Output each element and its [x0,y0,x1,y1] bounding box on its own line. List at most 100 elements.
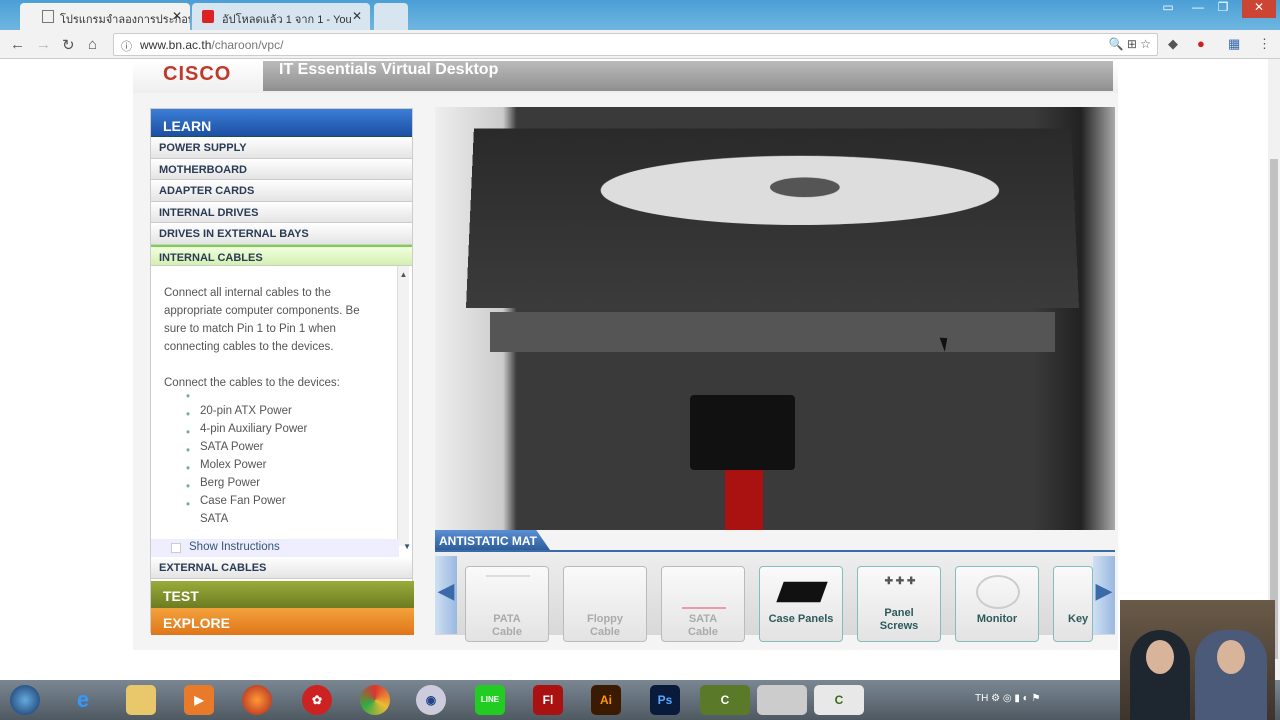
url-input[interactable]: ⓘ www.bn.ac.th/charoon/vpc/ 🔍 ⊞ ☆ [113,33,1158,56]
item-label: SATA [688,613,718,625]
close-tab-icon[interactable]: ✕ [352,9,362,23]
adblock-icon[interactable]: ● [1197,36,1205,51]
list-item: 20-pin ATX Power [186,388,382,420]
camtasia-icon[interactable]: C [700,685,750,715]
monitor-cable-icon [976,575,1020,609]
floppy-cable-icon [584,575,628,609]
case-panels-icon [776,581,828,603]
screws-icon: ✚ ✚ ✚ [884,576,916,587]
forward-icon[interactable]: → [36,36,51,53]
tray-left-arrow[interactable]: ◀ [435,556,457,634]
extension-icon[interactable]: ▦ [1228,36,1240,52]
app-red-icon[interactable]: ✿ [302,685,332,715]
illustrator-icon[interactable]: Ai [591,685,621,715]
checkbox[interactable] [171,543,181,553]
ie-icon[interactable]: e [68,685,98,715]
menu-icon[interactable]: ⋮ [1258,36,1271,52]
menu-internal-cables[interactable]: INTERNAL CABLES [151,244,412,266]
scroll-up-icon[interactable]: ▲ [398,266,409,284]
home-icon[interactable]: ⌂ [88,36,97,53]
item-label: Cable [590,626,620,638]
hard-drive [465,128,1080,308]
tray-item-sata-cable[interactable]: SATA Cable [661,566,745,642]
menu-adapter-cards[interactable]: ADAPTER CARDS [151,180,412,202]
user-icon[interactable]: ▭ [1155,0,1181,18]
language-indicator[interactable]: TH [975,693,988,704]
photoshop-icon[interactable]: Ps [650,685,680,715]
new-tab-button[interactable] [374,3,408,30]
tab-title: โปรแกรมจำลองการประกอบ [60,14,190,26]
explore-section[interactable]: EXPLORE [151,608,414,635]
zoom-translate-star-icons[interactable]: 🔍 ⊞ ☆ [1109,37,1151,51]
show-instructions-toggle[interactable]: Show Instructions ▼ [151,539,411,557]
tray-item-floppy-cable[interactable]: Floppy Cable [563,566,647,642]
explorer-icon[interactable] [126,685,156,715]
browser-tab-bar: โปรแกรมจำลองการประกอบ ✕ อัปโหลดแล้ว 1 จา… [0,0,1280,30]
document-icon[interactable] [757,685,807,715]
instructions-scrollbar[interactable]: ▲ [397,266,409,546]
close-tab-icon[interactable]: ✕ [172,9,182,23]
camtasia-recorder-icon[interactable]: C [814,685,864,715]
extension-icon[interactable]: ◆ [1168,36,1178,52]
tray-item-monitor[interactable]: Monitor [955,566,1039,642]
person-left [1130,630,1190,720]
url-domain: www.bn.ac.th [140,38,212,52]
firefox-icon[interactable] [242,685,272,715]
3d-view[interactable] [435,107,1115,530]
tray-item-case-panels[interactable]: Case Panels [759,566,843,642]
list-item: 4-pin Auxiliary Power [186,406,382,438]
tray-item-panel-screws[interactable]: ✚ ✚ ✚ Panel Screws [857,566,941,642]
tab-youtube[interactable]: อัปโหลดแล้ว 1 จาก 1 - You ✕ [192,3,370,30]
web-page: CISCO IT Essentials Virtual Desktop LEAR… [0,59,1268,680]
address-bar: ← → ↻ ⌂ ⓘ www.bn.ac.th/charoon/vpc/ 🔍 ⊞ … [0,30,1280,59]
cisco-logo: CISCO [163,63,232,85]
tray-right-arrow[interactable]: ▶ [1093,556,1115,634]
back-icon[interactable]: ← [10,36,25,53]
list-item: Case Fan Power [186,478,382,510]
antistatic-mat-label: ANTISTATIC MAT [435,530,550,550]
person-right [1195,630,1267,720]
learn-header[interactable]: LEARN [151,109,412,137]
item-label: Key [1068,613,1089,625]
virtual-desktop-app: LEARN POWER SUPPLY MOTHERBOARD ADAPTER C… [133,93,1118,650]
tray-item-keyboard[interactable]: Key [1053,566,1093,642]
close-window-icon[interactable]: ✕ [1242,0,1276,18]
test-section[interactable]: TEST [151,581,414,608]
start-button[interactable] [10,685,40,715]
menu-external-cables[interactable]: EXTERNAL CABLES [151,557,412,579]
item-label: Cable [492,626,522,638]
menu-internal-drives[interactable]: INTERNAL DRIVES [151,201,412,223]
line-icon[interactable]: LINE [475,685,505,715]
pata-cable-icon [486,575,530,609]
url-path: /charoon/vpc/ [211,38,284,52]
scroll-down-icon[interactable]: ▼ [403,542,411,551]
instructions-text: Connect all internal cables to the appro… [164,287,360,353]
list-item: SATA Power [186,424,382,456]
app-blue-icon[interactable]: ◉ [416,685,446,715]
tab-title: อัปโหลดแล้ว 1 จาก 1 - You [222,14,352,26]
menu-drives-external-bays[interactable]: DRIVES IN EXTERNAL BAYS [151,223,412,245]
chrome-icon[interactable] [360,685,390,715]
menu-motherboard[interactable]: MOTHERBOARD [151,158,412,180]
component-tray: ◀ PATA Cable Floppy Cable SATA Cable Case P… [435,550,1115,642]
tray-item-pata-cable[interactable]: PATA Cable [465,566,549,642]
drive-connectors [490,312,1055,352]
minimize-icon[interactable]: — [1185,0,1211,18]
flash-icon[interactable]: Fl [533,685,563,715]
item-label: Case Panels [768,613,834,625]
scrollbar-thumb[interactable] [1270,159,1278,659]
webcam-overlay [1120,600,1275,720]
restore-icon[interactable]: ❐ [1210,0,1236,18]
system-tray[interactable]: TH ⚙ ◎ ▮ ◐ ⚑ [975,693,1040,704]
tab-active[interactable]: โปรแกรมจำลองการประกอบ ✕ [20,3,190,30]
info-icon: ⓘ [121,41,132,53]
menu-power-supply[interactable]: POWER SUPPLY [151,137,412,159]
app-header: CISCO IT Essentials Virtual Desktop [133,61,1118,93]
list-item: SATA [186,496,382,528]
media-player-icon[interactable]: ▶ [184,685,214,715]
page-scrollbar[interactable] [1268,59,1280,680]
sata-connector[interactable] [690,395,795,470]
instructions-panel: Connect all internal cables to the appro… [151,266,412,546]
sata-cable[interactable] [725,470,763,530]
reload-icon[interactable]: ↻ [62,36,75,54]
